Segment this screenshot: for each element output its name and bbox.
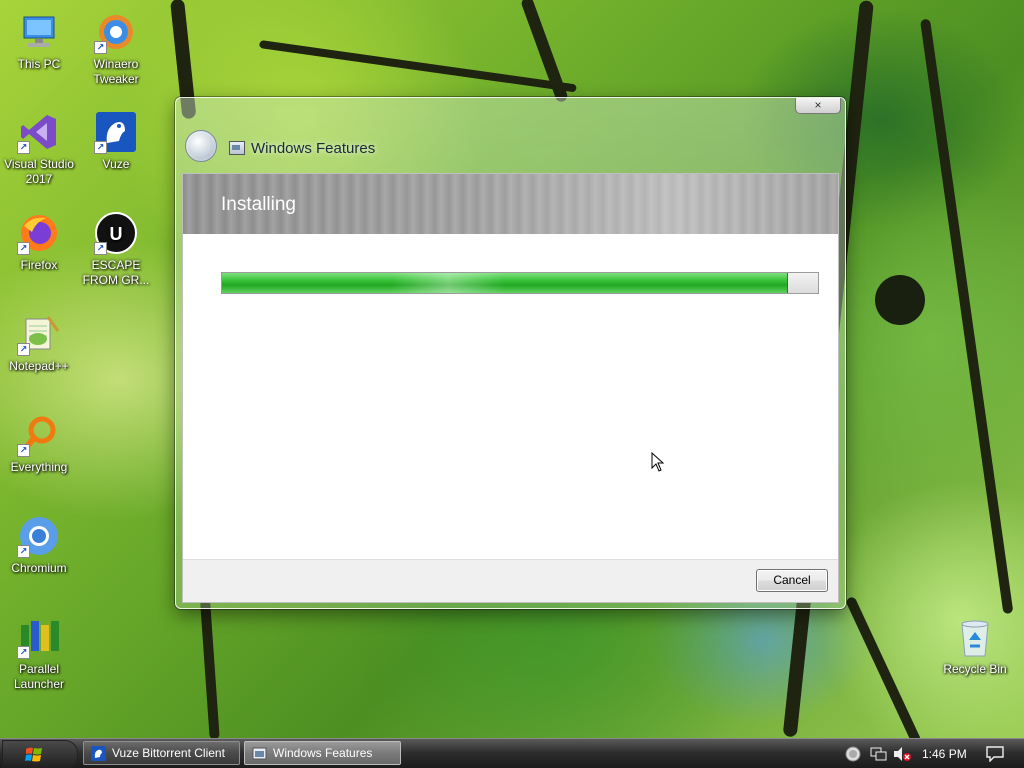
desktop-icon-label: Firefox bbox=[20, 258, 58, 272]
shortcut-arrow-icon: ↗ bbox=[17, 343, 30, 356]
window-title: Windows Features bbox=[251, 140, 376, 157]
shortcut-arrow-icon: ↗ bbox=[17, 444, 30, 457]
progress-fill bbox=[222, 273, 789, 293]
windows-features-dialog: × Windows Features Installing Cancel bbox=[175, 97, 846, 609]
desktop-icon-label: Parallel Launcher bbox=[13, 662, 65, 691]
mouse-cursor-icon bbox=[651, 452, 665, 472]
vuze-frog-icon: ↗ bbox=[94, 110, 138, 154]
desktop-icon-label: Winaero Tweaker bbox=[93, 57, 139, 86]
content-area bbox=[183, 234, 838, 559]
dialog-footer: Cancel bbox=[183, 559, 838, 602]
parallel-launcher-icon: ↗ bbox=[17, 615, 61, 659]
svg-text:U: U bbox=[110, 224, 123, 244]
taskbar-button-label: Windows Features bbox=[273, 746, 373, 760]
install-progress-bar bbox=[221, 272, 819, 294]
magnifier-icon: ↗ bbox=[17, 413, 61, 457]
recycle-bin-icon bbox=[953, 615, 997, 659]
firefox-icon: ↗ bbox=[17, 211, 61, 255]
taskbar-button-label: Vuze Bittorrent Client bbox=[112, 746, 225, 760]
winaero-tweaker-icon: ↗ bbox=[94, 10, 138, 54]
desktop-icon-chromium[interactable]: ↗ Chromium bbox=[1, 514, 77, 576]
chromium-icon: ↗ bbox=[17, 514, 61, 558]
desktop-icon-everything[interactable]: ↗ Everything bbox=[1, 413, 77, 475]
wallpaper-branch bbox=[200, 599, 220, 740]
shortcut-arrow-icon: ↗ bbox=[17, 242, 30, 255]
taskbar-button-windows-features[interactable]: Windows Features bbox=[244, 741, 401, 765]
shortcut-arrow-icon: ↗ bbox=[17, 545, 30, 558]
desktop-icon-winaero-tweaker[interactable]: ↗ Winaero Tweaker bbox=[78, 10, 154, 87]
visual-studio-icon: ↗ bbox=[17, 110, 61, 154]
desktop-icon-escape-from-gr[interactable]: U ↗ ESCAPE FROM GR... bbox=[78, 211, 154, 288]
desktop: This PC ↗ Winaero Tweaker ↗ Visual Studi… bbox=[0, 0, 1024, 768]
clock-time[interactable]: 1:46 PM bbox=[922, 747, 967, 761]
window-icon bbox=[252, 747, 267, 760]
vuze-frog-icon bbox=[91, 746, 106, 761]
desktop-icon-label: Everything bbox=[10, 460, 68, 474]
clock-globe-icon[interactable] bbox=[845, 746, 861, 762]
desktop-icon-label: Chromium bbox=[11, 561, 67, 575]
shortcut-arrow-icon: ↗ bbox=[17, 141, 30, 154]
desktop-icon-vuze[interactable]: ↗ Vuze bbox=[78, 110, 154, 172]
shortcut-arrow-icon: ↗ bbox=[94, 141, 107, 154]
action-center-icon[interactable] bbox=[986, 746, 1004, 762]
close-button[interactable]: × bbox=[795, 98, 841, 114]
shortcut-arrow-icon: ↗ bbox=[94, 41, 107, 54]
shortcut-arrow-icon: ↗ bbox=[94, 242, 107, 255]
desktop-icon-parallel-launcher[interactable]: ↗ Parallel Launcher bbox=[1, 615, 77, 692]
unreal-engine-icon: U ↗ bbox=[94, 211, 138, 255]
wallpaper-branch bbox=[920, 18, 1014, 615]
page-title: Installing bbox=[221, 194, 296, 215]
volume-muted-icon[interactable] bbox=[893, 746, 911, 762]
desktop-icon-label: This PC bbox=[17, 57, 61, 71]
wallpaper-branch bbox=[258, 40, 577, 93]
desktop-icon-visual-studio[interactable]: ↗ Visual Studio 2017 bbox=[1, 110, 77, 187]
desktop-icon-notepad-plus-plus[interactable]: ↗ Notepad++ bbox=[1, 312, 77, 374]
wallpaper-branch bbox=[845, 595, 922, 746]
network-icon[interactable] bbox=[870, 746, 887, 762]
windows-logo-icon bbox=[25, 747, 42, 762]
dialog-client-area: Installing Cancel bbox=[182, 173, 839, 603]
window-icon bbox=[229, 141, 245, 155]
wallpaper-berry bbox=[875, 275, 925, 325]
taskbar-button-vuze[interactable]: Vuze Bittorrent Client bbox=[83, 741, 240, 765]
desktop-icon-this-pc[interactable]: This PC bbox=[1, 10, 77, 72]
computer-icon bbox=[17, 10, 61, 54]
desktop-icon-label: Vuze bbox=[102, 157, 130, 171]
back-arrow-icon[interactable] bbox=[185, 130, 217, 162]
cancel-button[interactable]: Cancel bbox=[756, 569, 828, 592]
desktop-icon-label: Visual Studio 2017 bbox=[4, 157, 74, 186]
header-banner: Installing bbox=[183, 174, 838, 234]
shortcut-arrow-icon: ↗ bbox=[17, 646, 30, 659]
desktop-icon-recycle-bin[interactable]: Recycle Bin bbox=[937, 615, 1013, 677]
notepad-plus-plus-icon: ↗ bbox=[17, 312, 61, 356]
start-button[interactable] bbox=[2, 740, 78, 768]
desktop-icon-label: Notepad++ bbox=[9, 359, 69, 373]
desktop-icon-label: Recycle Bin bbox=[943, 662, 1007, 676]
desktop-icon-label: ESCAPE FROM GR... bbox=[82, 258, 150, 287]
desktop-icon-firefox[interactable]: ↗ Firefox bbox=[1, 211, 77, 273]
taskbar: Vuze Bittorrent Client Windows Features … bbox=[0, 738, 1024, 768]
